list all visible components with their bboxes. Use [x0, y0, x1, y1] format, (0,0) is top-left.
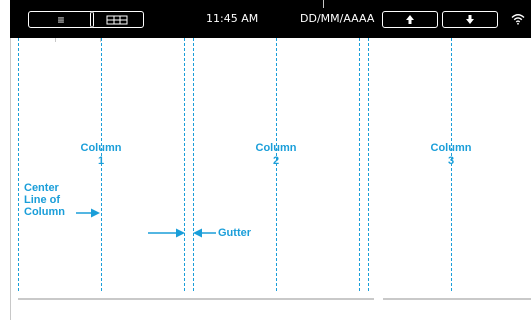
gutter-right-arrow: [193, 228, 216, 238]
gutter-left-arrow: [148, 228, 185, 238]
annotation-arrows: [76, 208, 216, 238]
center-line-arrow: [76, 208, 100, 218]
